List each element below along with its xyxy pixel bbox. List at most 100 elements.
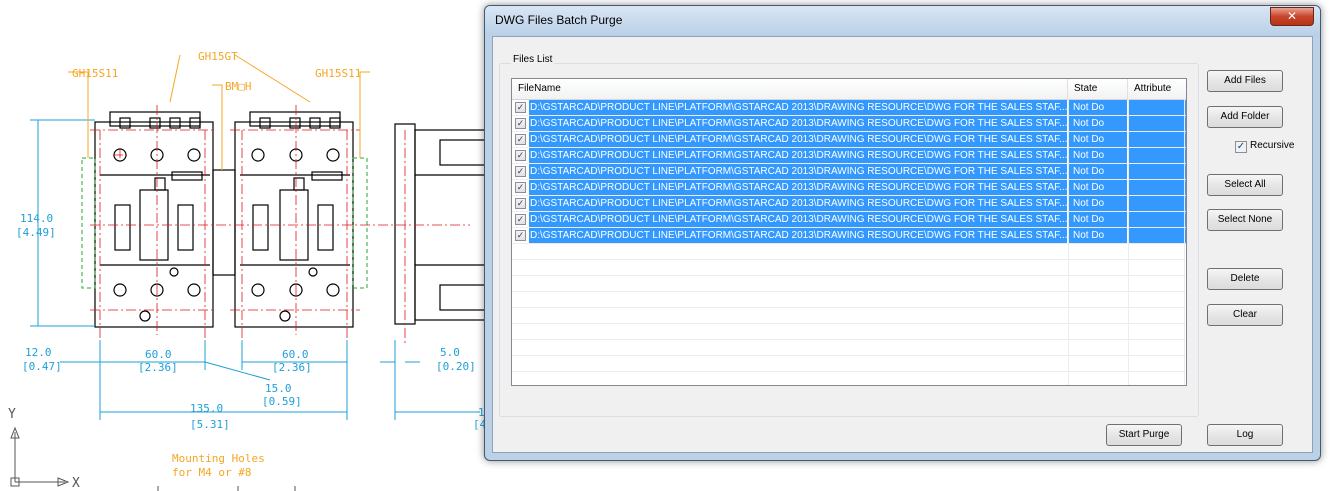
row-checkbox[interactable]: ✓ xyxy=(515,182,526,193)
file-row[interactable]: ✓ D:\GSTARCAD\PRODUCT LINE\PLATFORM\GSTAR… xyxy=(512,100,1186,116)
dim-height-in: [4.49] xyxy=(16,226,56,239)
column-header-state[interactable]: State xyxy=(1068,79,1128,99)
start-purge-button[interactable]: Start Purge xyxy=(1106,424,1182,446)
file-attribute-cell xyxy=(1128,212,1186,227)
recursive-check-icon[interactable]: ✓ xyxy=(1235,141,1247,153)
dimension-lines xyxy=(30,119,480,420)
file-state-cell: Not Do xyxy=(1068,148,1127,163)
file-name-cell: D:\GSTARCAD\PRODUCT LINE\PLATFORM\GSTARC… xyxy=(529,100,1067,115)
file-row[interactable]: ✓ D:\GSTARCAD\PRODUCT LINE\PLATFORM\GSTAR… xyxy=(512,228,1186,244)
file-name-cell: D:\GSTARCAD\PRODUCT LINE\PLATFORM\GSTARC… xyxy=(529,164,1067,179)
file-state-cell: Not Do xyxy=(1068,116,1127,131)
row-checkbox[interactable]: ✓ xyxy=(515,198,526,209)
grid-line xyxy=(512,243,1186,244)
dim-gap-in: [0.59] xyxy=(262,395,302,408)
file-name-cell: D:\GSTARCAD\PRODUCT LINE\PLATFORM\GSTARC… xyxy=(529,196,1067,211)
file-row[interactable]: ✓ D:\GSTARCAD\PRODUCT LINE\PLATFORM\GSTAR… xyxy=(512,196,1186,212)
grid-line xyxy=(512,323,1186,324)
axis-y-label: Y xyxy=(8,407,16,422)
grid-divider xyxy=(1128,99,1129,385)
dim-gap-mm: 15.0 xyxy=(265,382,292,395)
grid-line xyxy=(512,163,1186,164)
file-name-cell: D:\GSTARCAD\PRODUCT LINE\PLATFORM\GSTARC… xyxy=(529,180,1067,195)
center-lines xyxy=(90,105,470,345)
close-button[interactable]: ✕ xyxy=(1270,7,1314,26)
file-state-cell: Not Do xyxy=(1068,228,1127,243)
add-folder-button[interactable]: Add Folder xyxy=(1207,106,1283,128)
grid-line xyxy=(512,371,1186,372)
column-header-filename[interactable]: FileName xyxy=(512,79,1068,99)
file-state-cell: Not Do xyxy=(1068,212,1127,227)
file-state-cell: Not Do xyxy=(1068,196,1127,211)
file-attribute-cell xyxy=(1128,100,1186,115)
label-gh15s11-left: GH15S11 xyxy=(72,67,118,80)
file-row[interactable]: ✓ D:\GSTARCAD\PRODUCT LINE\PLATFORM\GSTAR… xyxy=(512,132,1186,148)
delete-button[interactable]: Delete xyxy=(1207,268,1283,290)
file-state-cell: Not Do xyxy=(1068,100,1127,115)
grid-line xyxy=(512,259,1186,260)
file-state-cell: Not Do xyxy=(1068,180,1127,195)
add-files-button[interactable]: Add Files xyxy=(1207,70,1283,92)
grid-line xyxy=(512,275,1186,276)
column-header-attribute[interactable]: Attribute xyxy=(1128,79,1186,99)
listview-header: FileName State Attribute xyxy=(512,79,1186,100)
dim-left-in: [0.47] xyxy=(22,360,62,373)
file-name-cell: D:\GSTARCAD\PRODUCT LINE\PLATFORM\GSTARC… xyxy=(529,228,1067,243)
row-checkbox[interactable]: ✓ xyxy=(515,134,526,145)
file-row[interactable]: ✓ D:\GSTARCAD\PRODUCT LINE\PLATFORM\GSTAR… xyxy=(512,116,1186,132)
close-icon: ✕ xyxy=(1286,9,1298,23)
file-state-cell: Not Do xyxy=(1068,132,1127,147)
axis-x-label: X xyxy=(72,476,80,491)
grid-line xyxy=(512,307,1186,308)
contactor-left xyxy=(94,111,214,328)
grid-line xyxy=(512,355,1186,356)
grid-line xyxy=(512,131,1186,132)
label-gh15gt: GH15GT xyxy=(198,50,238,63)
grid-line xyxy=(512,147,1186,148)
grid-line xyxy=(512,179,1186,180)
file-attribute-cell xyxy=(1128,180,1186,195)
row-checkbox[interactable]: ✓ xyxy=(515,102,526,113)
row-checkbox[interactable]: ✓ xyxy=(515,166,526,177)
dialog-client-area: Files List FileName State Attribute ✓ D:\… xyxy=(492,36,1313,453)
file-attribute-cell xyxy=(1128,228,1186,243)
contactor-right xyxy=(234,111,354,328)
row-checkbox[interactable]: ✓ xyxy=(515,214,526,225)
file-attribute-cell xyxy=(1128,196,1186,211)
note-mounting-holes-2: for M4 or #8 xyxy=(172,466,251,479)
row-checkbox[interactable]: ✓ xyxy=(515,150,526,161)
file-attribute-cell xyxy=(1128,116,1186,131)
interlock-middle xyxy=(212,169,236,276)
file-row[interactable]: ✓ D:\GSTARCAD\PRODUCT LINE\PLATFORM\GSTAR… xyxy=(512,164,1186,180)
grid-line xyxy=(512,291,1186,292)
row-checkbox[interactable]: ✓ xyxy=(515,230,526,241)
file-row[interactable]: ✓ D:\GSTARCAD\PRODUCT LINE\PLATFORM\GSTAR… xyxy=(512,212,1186,228)
files-listview[interactable]: FileName State Attribute ✓ D:\GSTARCAD\PR… xyxy=(511,78,1187,386)
dim-total-mm: 135.0 xyxy=(190,402,223,415)
dialog-titlebar[interactable]: DWG Files Batch Purge ✕ xyxy=(485,6,1320,36)
files-list-label: Files List xyxy=(511,54,555,65)
file-row[interactable]: ✓ D:\GSTARCAD\PRODUCT LINE\PLATFORM\GSTAR… xyxy=(512,180,1186,196)
dim-total-in: [5.31] xyxy=(190,418,230,431)
file-row[interactable]: ✓ D:\GSTARCAD\PRODUCT LINE\PLATFORM\GSTAR… xyxy=(512,148,1186,164)
dim-w1-in: [2.36] xyxy=(138,361,178,374)
grid-divider xyxy=(1068,99,1069,385)
select-none-button[interactable]: Select None xyxy=(1207,209,1283,231)
file-name-cell: D:\GSTARCAD\PRODUCT LINE\PLATFORM\GSTARC… xyxy=(529,116,1067,131)
label-bmoh: BM□H xyxy=(225,80,252,93)
dim-left-mm: 12.0 xyxy=(25,346,52,359)
contactor-side-view xyxy=(394,123,486,325)
file-attribute-cell xyxy=(1128,132,1186,147)
select-all-button[interactable]: Select All xyxy=(1207,174,1283,196)
dim-w1-mm: 60.0 xyxy=(145,348,172,361)
grid-divider xyxy=(1184,99,1185,385)
dim-w2-in: [2.36] xyxy=(272,361,312,374)
clear-button[interactable]: Clear xyxy=(1207,304,1283,326)
recursive-label: Recursive xyxy=(1250,140,1295,151)
dialog-title: DWG Files Batch Purge xyxy=(495,13,623,27)
log-button[interactable]: Log xyxy=(1207,424,1283,446)
dim-w2-mm: 60.0 xyxy=(282,348,309,361)
row-checkbox[interactable]: ✓ xyxy=(515,118,526,129)
dim-side-mm: 5.0 xyxy=(440,346,460,359)
file-name-cell: D:\GSTARCAD\PRODUCT LINE\PLATFORM\GSTARC… xyxy=(529,132,1067,147)
